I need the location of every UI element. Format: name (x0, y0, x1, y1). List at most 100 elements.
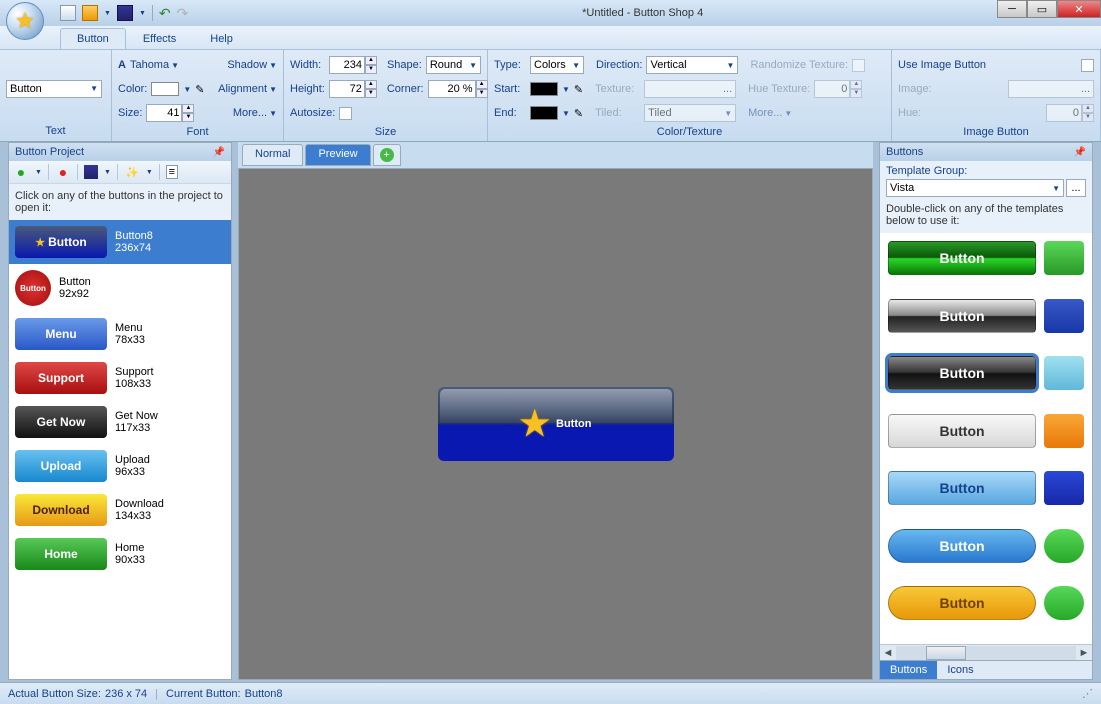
wand-icon[interactable]: ✨ (124, 164, 140, 180)
template-side[interactable] (1044, 241, 1084, 275)
project-item[interactable]: SupportSupport108x33 (9, 356, 231, 400)
start-color-arrow-icon[interactable]: ▼ (562, 85, 570, 94)
template-list[interactable]: Button Button Button Button Button Button Butt… (880, 233, 1092, 644)
shadow-dropdown[interactable]: Shadow▼ (227, 59, 277, 71)
project-item[interactable]: HomeHome90x33 (9, 532, 231, 576)
open-dropdown-icon[interactable]: ▼ (104, 10, 111, 17)
template-button[interactable]: Button (888, 529, 1036, 563)
project-toolbar: ●▼ ● ▼ ✨▼ ≡ (9, 161, 231, 184)
direction-dropdown[interactable]: Vertical▼ (646, 56, 738, 74)
template-side[interactable] (1044, 414, 1084, 448)
templates-hscroll[interactable]: ◄► (880, 644, 1092, 660)
end-eyedropper-icon[interactable]: ✎ (574, 107, 583, 120)
minimize-button[interactable]: ─ (997, 0, 1027, 18)
bottom-tab-icons[interactable]: Icons (937, 661, 983, 679)
corner-label: Corner: (387, 83, 424, 95)
project-item[interactable]: DownloadDownload134x33 (9, 488, 231, 532)
list-icon[interactable]: ≡ (166, 165, 178, 179)
font-color-swatch[interactable] (151, 82, 179, 96)
center-area: Normal Preview + ★ Button (238, 142, 873, 680)
template-button[interactable]: Button (888, 586, 1036, 620)
project-info: Button92x92 (59, 276, 91, 300)
project-info: Menu78x33 (115, 322, 145, 346)
width-spinner[interactable]: ▲▼ (329, 56, 377, 74)
project-item[interactable]: UploadUpload96x33 (9, 444, 231, 488)
alignment-dropdown[interactable]: Alignment▼ (218, 83, 277, 95)
font-more-button[interactable]: More...▼ (233, 107, 277, 119)
type-label: Type: (494, 59, 526, 71)
text-dropdown[interactable]: Button▼ (6, 80, 102, 98)
corner-spinner[interactable]: ▲▼ (428, 80, 488, 98)
template-button[interactable]: Button (888, 356, 1036, 390)
ribbon-group-font: A Tahoma▼ Shadow▼ Color: ▼ ✎ Alignment▼ … (112, 50, 284, 141)
templates-panel-title: Buttons (886, 146, 923, 158)
resize-grip-icon[interactable]: ⋰ (1082, 687, 1093, 700)
save-project-icon[interactable] (84, 165, 98, 179)
type-dropdown[interactable]: Colors▼ (530, 56, 584, 74)
tab-effects[interactable]: Effects (126, 28, 193, 49)
template-group-more[interactable]: ... (1066, 179, 1086, 197)
template-side[interactable] (1044, 356, 1084, 390)
close-button[interactable]: ✕ (1057, 0, 1101, 18)
eyedropper-icon[interactable]: ✎ (195, 83, 204, 96)
template-side[interactable] (1044, 299, 1084, 333)
add-icon[interactable]: ● (13, 164, 29, 180)
view-tabs: Normal Preview + (238, 142, 873, 168)
tab-help[interactable]: Help (193, 28, 250, 49)
maximize-button[interactable]: ▭ (1027, 0, 1057, 18)
start-eyedropper-icon[interactable]: ✎ (574, 83, 583, 96)
pin-icon[interactable]: 📌 (1074, 147, 1086, 158)
quick-access-toolbar: ▼ ▼ ↶ ↷ (60, 5, 188, 22)
view-tab-preview[interactable]: Preview (305, 144, 370, 166)
end-label: End: (494, 107, 526, 119)
tab-button[interactable]: Button (60, 28, 126, 49)
status-current-value: Button8 (245, 688, 283, 700)
template-group-label: Template Group: (886, 165, 1086, 177)
template-button[interactable]: Button (888, 414, 1036, 448)
end-color-swatch[interactable] (530, 106, 558, 120)
view-tab-normal[interactable]: Normal (242, 144, 303, 166)
project-item[interactable]: Get NowGet Now117x33 (9, 400, 231, 444)
app-logo-orb[interactable]: ★ (6, 2, 44, 40)
height-spinner[interactable]: ▲▼ (329, 80, 377, 98)
statusbar: Actual Button Size: 236 x 74 | Current B… (0, 682, 1101, 704)
start-color-swatch[interactable] (530, 82, 558, 96)
project-item[interactable]: ★ButtonButton8236x74 (9, 220, 231, 264)
use-image-checkbox[interactable] (1081, 59, 1094, 72)
undo-icon[interactable]: ↶ (159, 5, 171, 22)
end-color-arrow-icon[interactable]: ▼ (562, 109, 570, 118)
autosize-checkbox[interactable] (339, 107, 352, 120)
font-a-icon: A (118, 59, 126, 71)
group-label-size: Size (290, 124, 481, 138)
template-side[interactable] (1044, 586, 1084, 620)
template-side[interactable] (1044, 471, 1084, 505)
bottom-tab-buttons[interactable]: Buttons (880, 661, 937, 679)
project-panel-title: Button Project (15, 146, 84, 158)
project-info: Support108x33 (115, 366, 154, 390)
view-tab-add[interactable]: + (373, 144, 401, 166)
save-dropdown-icon[interactable]: ▼ (139, 10, 146, 17)
template-button[interactable]: Button (888, 299, 1036, 333)
project-info: Get Now117x33 (115, 410, 158, 434)
templates-panel-header: Buttons 📌 (880, 143, 1092, 161)
new-icon[interactable] (60, 5, 76, 21)
font-name-dropdown[interactable]: Tahoma▼ (130, 59, 179, 71)
template-group-dropdown[interactable]: Vista▼ (886, 179, 1064, 197)
project-list[interactable]: ★ButtonButton8236x74ButtonButton92x92Men… (9, 220, 231, 679)
project-item[interactable]: ButtonButton92x92 (9, 264, 231, 312)
shape-dropdown[interactable]: Round▼ (426, 56, 481, 74)
delete-icon[interactable]: ● (55, 164, 71, 180)
template-side[interactable] (1044, 529, 1084, 563)
template-button[interactable]: Button (888, 241, 1036, 275)
redo-icon[interactable]: ↷ (177, 5, 189, 22)
tiled-label: Tiled: (595, 107, 640, 119)
save-icon[interactable] (117, 5, 133, 21)
project-item[interactable]: MenuMenu78x33 (9, 312, 231, 356)
ribbon-tabs: Button Effects Help (0, 26, 1101, 50)
group-label-image: Image Button (898, 124, 1094, 138)
template-button[interactable]: Button (888, 471, 1036, 505)
open-icon[interactable] (82, 5, 98, 21)
font-size-spinner[interactable]: ▲▼ (146, 104, 194, 122)
font-color-arrow-icon[interactable]: ▼ (183, 85, 191, 94)
pin-icon[interactable]: 📌 (213, 147, 225, 158)
